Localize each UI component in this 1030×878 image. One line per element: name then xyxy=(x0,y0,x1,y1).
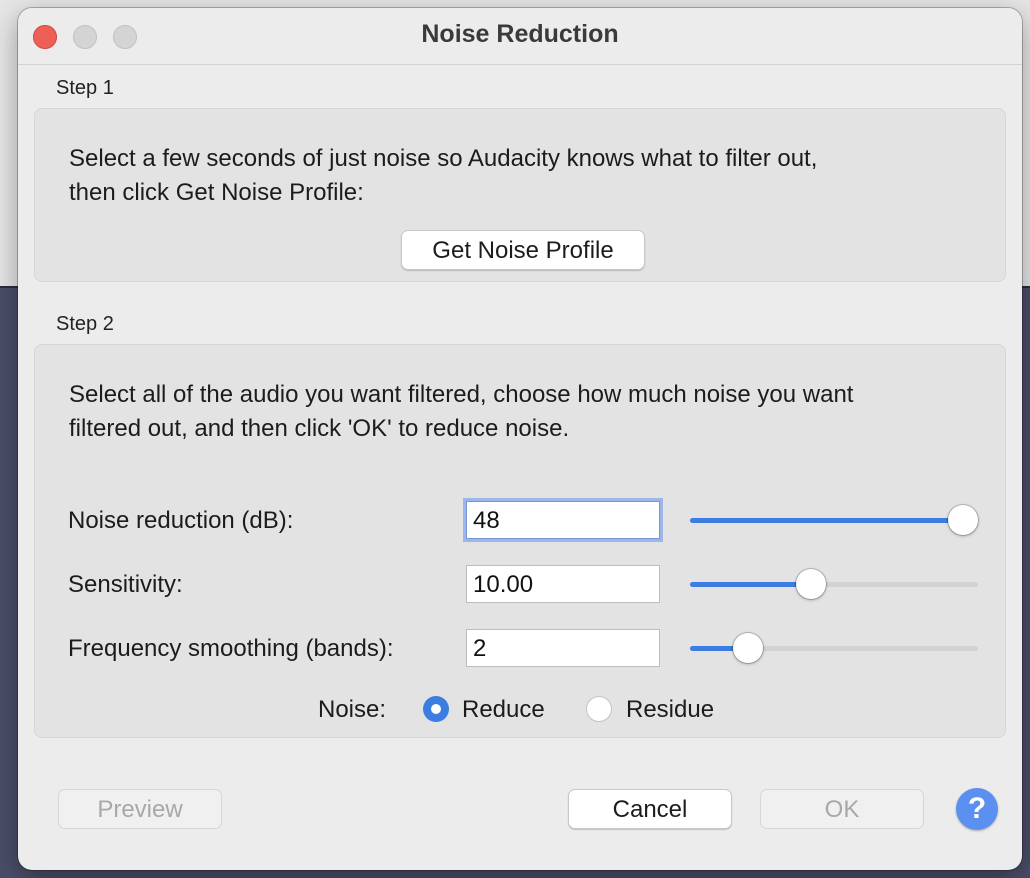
cancel-button[interactable]: Cancel xyxy=(568,789,732,829)
sensitivity-input[interactable]: 10.00 xyxy=(466,565,660,603)
preview-button[interactable]: Preview xyxy=(58,789,222,829)
step1-text-line1: Select a few seconds of just noise so Au… xyxy=(69,145,818,172)
frequency-smoothing-label: Frequency smoothing (bands): xyxy=(68,635,394,662)
slider-fill xyxy=(690,582,811,587)
step2-text-line1: Select all of the audio you want filtere… xyxy=(69,381,854,408)
slider-fill xyxy=(690,518,964,523)
slider-thumb[interactable] xyxy=(795,569,826,599)
help-button[interactable]: ? xyxy=(956,788,998,830)
step1-instructions: Select a few seconds of just noise so Au… xyxy=(69,142,979,210)
title-bar: Noise Reduction xyxy=(18,8,1022,65)
step1-label: Step 1 xyxy=(56,77,114,99)
frequency-smoothing-input[interactable]: 2 xyxy=(466,629,660,667)
step2-group: Select all of the audio you want filtere… xyxy=(34,344,1006,738)
step1-group: Select a few seconds of just noise so Au… xyxy=(34,108,1006,282)
slider-thumb[interactable] xyxy=(732,633,763,663)
sensitivity-slider[interactable] xyxy=(690,569,978,599)
step2-text-line2: filtered out, and then click 'OK' to red… xyxy=(69,415,570,442)
residue-radio[interactable] xyxy=(586,696,612,722)
reduce-radio-label[interactable]: Reduce xyxy=(462,696,545,724)
get-noise-profile-button[interactable]: Get Noise Profile xyxy=(401,230,645,270)
frequency-smoothing-slider[interactable] xyxy=(690,633,978,663)
dialog-title: Noise Reduction xyxy=(421,20,619,48)
reduce-radio[interactable] xyxy=(423,696,449,722)
noise-label: Noise: xyxy=(318,696,387,723)
residue-radio-label[interactable]: Residue xyxy=(626,696,714,724)
sensitivity-label: Sensitivity: xyxy=(68,571,183,598)
slider-thumb[interactable] xyxy=(948,505,978,535)
noise-reduction-slider[interactable] xyxy=(690,505,978,535)
step2-label: Step 2 xyxy=(56,313,114,335)
step2-instructions: Select all of the audio you want filtere… xyxy=(69,378,979,446)
noise-reduction-input[interactable]: 48 xyxy=(466,501,660,539)
ok-button[interactable]: OK xyxy=(760,789,924,829)
noise-reduction-dialog: Noise Reduction Step 1 Select a few seco… xyxy=(18,8,1022,870)
noise-reduction-label: Noise reduction (dB): xyxy=(68,507,294,534)
step1-text-line2: then click Get Noise Profile: xyxy=(69,179,364,206)
